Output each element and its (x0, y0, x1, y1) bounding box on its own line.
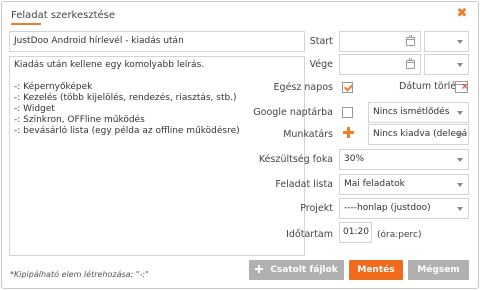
calendar-icon[interactable] (406, 35, 415, 46)
start-time-select[interactable] (424, 31, 469, 52)
calendar-delete-icon[interactable] (455, 81, 469, 93)
cancel-button[interactable]: Mégsem (408, 260, 469, 280)
project-label: Projekt (300, 203, 333, 214)
duration-unit: (óra:perc) (377, 230, 422, 240)
end-label: Vége (309, 59, 333, 70)
repeat-select[interactable]: Nincs ismétlődés (368, 102, 469, 123)
save-button[interactable]: Mentés (349, 260, 403, 280)
dialog-title: Feladat szerkesztése (11, 10, 116, 21)
attachments-button[interactable]: Csatolt fájlok (249, 260, 344, 280)
all-day-checkbox[interactable] (342, 82, 353, 93)
progress-label: Készültség foka (258, 154, 333, 165)
chevron-down-icon (457, 40, 463, 44)
chevron-down-icon (457, 158, 463, 162)
checklist-hint: *Kipipálható elem létrehozása: "-:" (10, 270, 149, 279)
title-underline (11, 23, 41, 25)
project-select[interactable]: ----honlap (justdoo) (339, 198, 469, 219)
calendar-icon[interactable] (406, 58, 415, 69)
start-date-input[interactable] (339, 31, 421, 52)
start-label: Start (309, 36, 333, 47)
end-time-select[interactable] (424, 54, 469, 75)
date-delete-label: Dátum törlés (399, 81, 462, 92)
assignee-select[interactable]: Nincs kiadva (delegá (368, 124, 469, 145)
end-date-input[interactable] (339, 54, 421, 75)
plus-icon (255, 265, 264, 273)
chevron-down-icon (457, 207, 463, 211)
chevron-down-icon (457, 111, 463, 115)
task-list-select[interactable]: Mai feladatok (339, 174, 469, 195)
chevron-down-icon (457, 63, 463, 67)
duration-input[interactable]: 01:20 (339, 222, 372, 243)
add-assignee-icon[interactable] (343, 127, 354, 138)
duration-label: Időtartam (286, 229, 333, 240)
google-calendar-label: Google naptárba (253, 107, 333, 118)
task-list-label: Feladat lista (275, 179, 333, 190)
chevron-down-icon (457, 183, 463, 187)
progress-select[interactable]: 30% (339, 149, 469, 170)
chevron-down-icon (457, 133, 463, 137)
google-calendar-checkbox[interactable] (342, 107, 353, 118)
close-icon[interactable]: ✖ (456, 7, 468, 20)
dialog-title-bar: Feladat szerkesztése ✖ (2, 2, 478, 27)
assignee-label: Munkatárs (283, 129, 333, 140)
all-day-label: Egész napos (273, 82, 333, 93)
